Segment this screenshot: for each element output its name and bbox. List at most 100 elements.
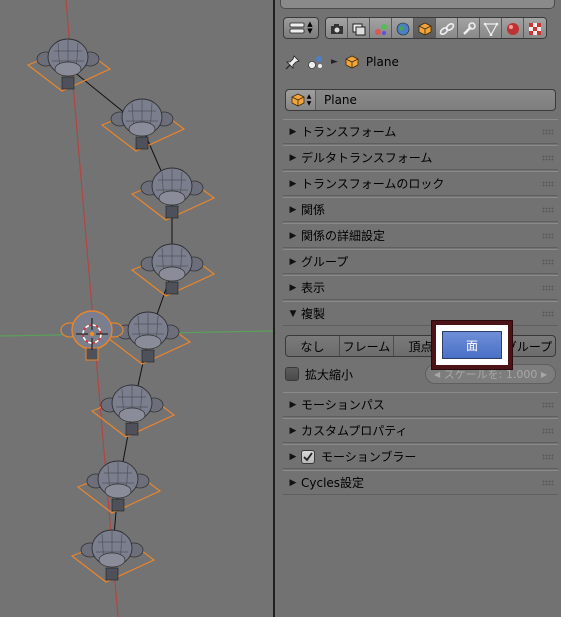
panel-custom-properties[interactable]: ▶ カスタムプロパティ [283,418,558,443]
texture-checker-icon [529,23,541,35]
drag-grip-icon[interactable] [542,402,554,408]
drag-grip-icon[interactable] [542,233,554,239]
panel-label: デルタトランスフォーム [301,151,433,165]
monkey-instance[interactable] [130,167,216,221]
breadcrumb-separator-icon: ► [331,57,338,67]
updown-arrows-icon: ▲ ▼ [307,20,313,35]
panel-label: グループ [301,255,349,269]
3d-viewport[interactable] [0,0,273,617]
dupli-none-button[interactable]: なし [286,336,340,356]
property-context-tabs [325,17,547,39]
collapsed-triangle-icon: ▶ [289,204,297,215]
panel-display[interactable]: ▶ 表示 [283,275,558,300]
expanded-triangle-icon: ▼ [289,308,297,319]
monkey-instance[interactable] [26,38,112,92]
tab-constraints[interactable] [436,18,458,38]
panel-relations-extras[interactable]: ▶ 関係の詳細設定 [283,223,558,248]
collapsed-triangle-icon: ▶ [289,178,297,189]
monkey-instance[interactable] [76,460,162,514]
drag-grip-icon[interactable] [542,285,554,291]
collapsed-triangle-icon: ▶ [289,477,297,488]
decrement-arrow-icon: ◀ [434,369,441,379]
increment-arrow-icon: ▶ [540,369,547,379]
drag-grip-icon[interactable] [542,454,554,460]
collapsed-triangle-icon: ▶ [289,399,297,410]
tab-texture[interactable] [524,18,546,38]
scene-icon [308,56,322,69]
object-cube-icon [345,55,359,69]
monkey-instance[interactable] [90,384,176,438]
panel-duplication[interactable]: ▼ 複製 [283,301,558,326]
monkey-instance[interactable] [106,311,192,365]
panel-transform-locks[interactable]: ▶ トランスフォームのロック [283,171,558,196]
drag-grip-icon[interactable] [542,129,554,135]
panel-label: モーションブラー [321,450,417,464]
object-browse-button[interactable]: ▲ ▼ [286,90,316,110]
tab-object[interactable] [414,18,436,38]
panel-cycles-settings[interactable]: ▶ Cycles設定 [283,470,558,495]
panel-label: Cycles設定 [301,476,365,490]
object-name-field[interactable]: ▲ ▼ Plane [285,89,556,111]
collapsed-triangle-icon: ▶ [289,126,297,137]
panel-label: 関係 [301,203,326,217]
drag-grip-icon[interactable] [542,181,554,187]
world-icon [396,22,409,36]
tab-material[interactable] [502,18,524,38]
breadcrumb-object-name: Plane [365,55,399,69]
motion-blur-checkbox[interactable] [301,449,315,464]
drag-grip-icon[interactable] [542,207,554,213]
viewport-canvas[interactable] [0,0,273,617]
scale-checkbox-label: 拡大縮小 [305,367,354,382]
panel-label: 関係の詳細設定 [301,229,386,243]
drag-grip-icon[interactable] [542,480,554,486]
wrench-icon [462,22,476,35]
checkmark-icon [303,451,313,461]
updown-arrows-icon: ▲ ▼ [306,93,312,107]
monkey-instance[interactable] [100,98,186,152]
panel-relations[interactable]: ▶ 関係 [283,197,558,222]
constraint-link-icon [439,22,454,36]
context-tabs-row: ▲ ▼ [283,17,547,41]
panel-label: トランスフォームのロック [301,177,445,191]
breadcrumb: ► Plane [285,52,399,72]
editor-type-selector[interactable]: ▲ ▼ [283,17,319,39]
z-axis-line [65,0,119,617]
panel-motion-blur[interactable]: ▶ モーションブラー [283,444,558,469]
object-cube-icon [418,22,431,36]
tab-modifiers[interactable] [458,18,480,38]
material-sphere-icon [506,23,519,35]
panel-delta-transform[interactable]: ▶ デルタトランスフォーム [283,145,558,170]
panel-motion-paths[interactable]: ▶ モーションパス [283,392,558,417]
tab-render-layers[interactable] [348,18,370,38]
render-layers-icon [352,23,365,36]
drag-grip-icon[interactable] [542,428,554,434]
panel-transform[interactable]: ▶ トランスフォーム [283,119,558,144]
scale-checkbox[interactable] [285,367,299,381]
drag-grip-icon[interactable] [542,311,554,317]
collapsed-triangle-icon: ▶ [289,425,297,436]
dupli-faces-button-highlighted[interactable]: 面 [442,331,502,359]
panel-label: カスタムプロパティ [301,424,408,438]
tab-scene[interactable] [370,18,392,38]
object-cube-icon [291,93,305,107]
pin-icon[interactable] [285,54,301,70]
tab-render[interactable] [326,18,348,38]
scene-icon [374,24,387,35]
panel-groups[interactable]: ▶ グループ [283,249,558,274]
camera-icon [330,24,343,34]
collapsed-triangle-icon: ▶ [289,152,297,163]
panel-label: モーションパス [301,398,385,412]
drag-grip-icon[interactable] [542,155,554,161]
monkey-instance[interactable] [130,243,216,297]
collapsed-triangle-icon: ▶ [289,256,297,267]
header-scroll-bar[interactable] [280,0,555,9]
dupli-frames-button[interactable]: フレーム [340,336,394,356]
mesh-data-icon [483,22,498,36]
tab-data[interactable] [480,18,502,38]
object-name-value[interactable]: Plane [316,93,357,107]
collapsed-triangle-icon: ▶ [289,230,297,241]
properties-editor: ▲ ▼ ► Plane ▲ ▼ Plane ▶ トランスフォーム ▶ デルタトラ… [275,0,561,617]
tab-world[interactable] [392,18,414,38]
drag-grip-icon[interactable] [542,259,554,265]
monkey-instance[interactable] [70,529,156,583]
